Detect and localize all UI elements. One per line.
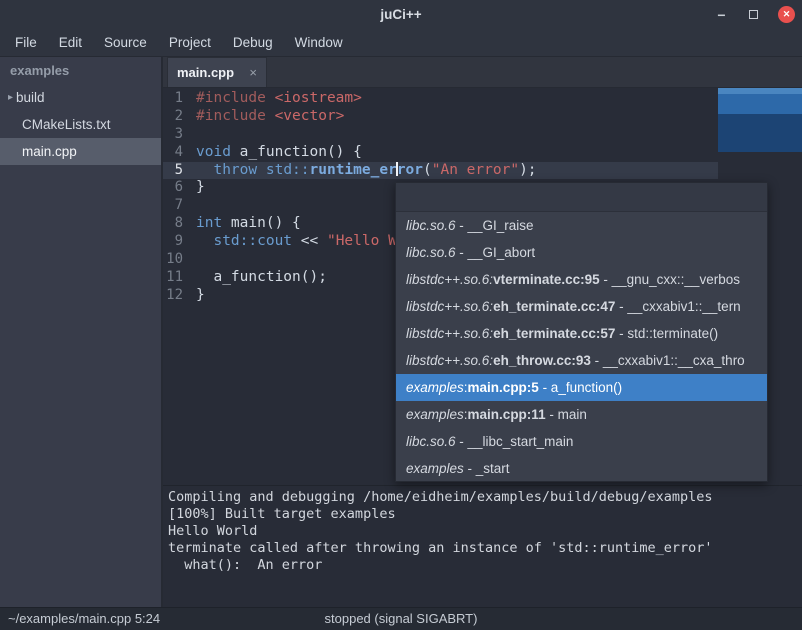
tabbar: main.cpp × [163, 57, 802, 88]
tab-close-icon[interactable]: × [249, 65, 257, 80]
code-text: a_function(); [190, 269, 327, 287]
sidebar-item-build[interactable]: ▸build [0, 84, 161, 111]
code-text [190, 197, 196, 215]
stack-frame-item[interactable]: libstdc++.so.6:eh_terminate.cc:57 - std:… [396, 320, 767, 347]
minimize-icon: − [717, 7, 725, 23]
console-line: terminate called after throwing an insta… [168, 540, 797, 557]
line-number: 11 [163, 269, 190, 287]
tab-main-cpp[interactable]: main.cpp × [167, 57, 267, 87]
window-title: juCi++ [0, 0, 802, 29]
restore-button[interactable] [745, 6, 762, 23]
line-number: 6 [163, 179, 190, 197]
menu-item-project[interactable]: Project [158, 29, 222, 57]
sidebar-header: examples [0, 57, 161, 84]
console-line: [100%] Built target examples [168, 506, 797, 523]
stack-frame-item[interactable]: examples:main.cpp:5 - a_function() [396, 374, 767, 401]
stacktrace-list: libc.so.6 - __GI_raiselibc.so.6 - __GI_a… [396, 212, 767, 482]
close-button[interactable]: ✕ [778, 6, 795, 23]
console-line: what(): An error [168, 557, 797, 574]
debug-console[interactable]: Compiling and debugging /home/eidheim/ex… [163, 486, 802, 607]
sidebar-item-label: build [16, 90, 45, 105]
stack-frame-item[interactable]: libc.so.6 - __GI_abort [396, 239, 767, 266]
restore-icon [749, 10, 758, 19]
line-number: 8 [163, 215, 190, 233]
code-text [190, 251, 196, 269]
stack-frame-item[interactable]: libstdc++.so.6:eh_throw.cc:93 - __cxxabi… [396, 347, 767, 374]
sidebar-item-label: CMakeLists.txt [22, 117, 111, 132]
code-line-2[interactable]: 2#include <vector> [163, 108, 802, 126]
debug-info-overlay-mid [718, 94, 802, 114]
line-number: 4 [163, 144, 190, 162]
stack-frame-item[interactable]: libstdc++.so.6:vterminate.cc:95 - __gnu_… [396, 266, 767, 293]
code-text: void a_function() { [190, 144, 362, 162]
stack-frame-item[interactable]: libc.so.6 - __GI_raise [396, 212, 767, 239]
code-text: #include <iostream> [190, 90, 362, 108]
code-text: std::cout << "Hello W [190, 233, 397, 251]
code-text: } [190, 179, 205, 197]
sidebar-item-label: main.cpp [22, 144, 77, 159]
stack-frame-item[interactable]: examples:main.cpp:11 - main [396, 401, 767, 428]
line-number: 5 [163, 162, 190, 180]
line-number: 7 [163, 197, 190, 215]
menu-item-window[interactable]: Window [284, 29, 354, 57]
line-number: 10 [163, 251, 190, 269]
menubar: FileEditSourceProjectDebugWindow [0, 29, 802, 57]
file-tree: ▸build CMakeLists.txt main.cpp [0, 84, 161, 165]
code-line-5[interactable]: 5 throw std::runtime_error("An error"); [163, 162, 802, 180]
code-text: throw std::runtime_error("An error"); [190, 162, 537, 180]
line-number: 2 [163, 108, 190, 126]
menu-item-debug[interactable]: Debug [222, 29, 284, 57]
line-number: 9 [163, 233, 190, 251]
menu-item-file[interactable]: File [4, 29, 48, 57]
minimize-button[interactable]: − [713, 6, 730, 23]
code-text: #include <vector> [190, 108, 344, 126]
popup-filter-input[interactable] [396, 183, 767, 212]
code-text: } [190, 287, 205, 305]
stack-frame-item[interactable]: libc.so.6 - __libc_start_main [396, 428, 767, 455]
statusbar-debug-status: stopped (signal SIGABRT) [0, 608, 802, 630]
chevron-right-icon[interactable]: ▸ [0, 92, 16, 103]
titlebar[interactable]: juCi++ − ✕ [0, 0, 802, 29]
stack-frame-item[interactable]: examples - _start [396, 455, 767, 482]
console-line: Compiling and debugging /home/eidheim/ex… [168, 489, 797, 506]
code-line-3[interactable]: 3 [163, 126, 802, 144]
line-number: 3 [163, 126, 190, 144]
close-icon: ✕ [783, 10, 791, 19]
line-number: 12 [163, 287, 190, 305]
code-text [190, 126, 196, 144]
statusbar: ~/examples/main.cpp 5:24 stopped (signal… [0, 607, 802, 630]
menu-item-source[interactable]: Source [93, 29, 158, 57]
file-tree-sidebar: examples ▸build CMakeLists.txt main.cpp [0, 57, 161, 607]
console-line: Hello World [168, 523, 797, 540]
sidebar-item-main-cpp[interactable]: main.cpp [0, 138, 161, 165]
code-line-1[interactable]: 1#include <iostream> [163, 90, 802, 108]
menu-item-edit[interactable]: Edit [48, 29, 93, 57]
stack-frame-item[interactable]: libstdc++.so.6:eh_terminate.cc:47 - __cx… [396, 293, 767, 320]
code-text: int main() { [190, 215, 301, 233]
sidebar-item-cmakelists-txt[interactable]: CMakeLists.txt [0, 111, 161, 138]
debug-info-overlay [718, 88, 802, 152]
stacktrace-popup: libc.so.6 - __GI_raiselibc.so.6 - __GI_a… [395, 182, 768, 482]
line-number: 1 [163, 90, 190, 108]
app-window: juCi++ − ✕ FileEditSourceProjectDebugWin… [0, 0, 802, 630]
tab-label: main.cpp [177, 65, 249, 80]
code-line-4[interactable]: 4void a_function() { [163, 144, 802, 162]
